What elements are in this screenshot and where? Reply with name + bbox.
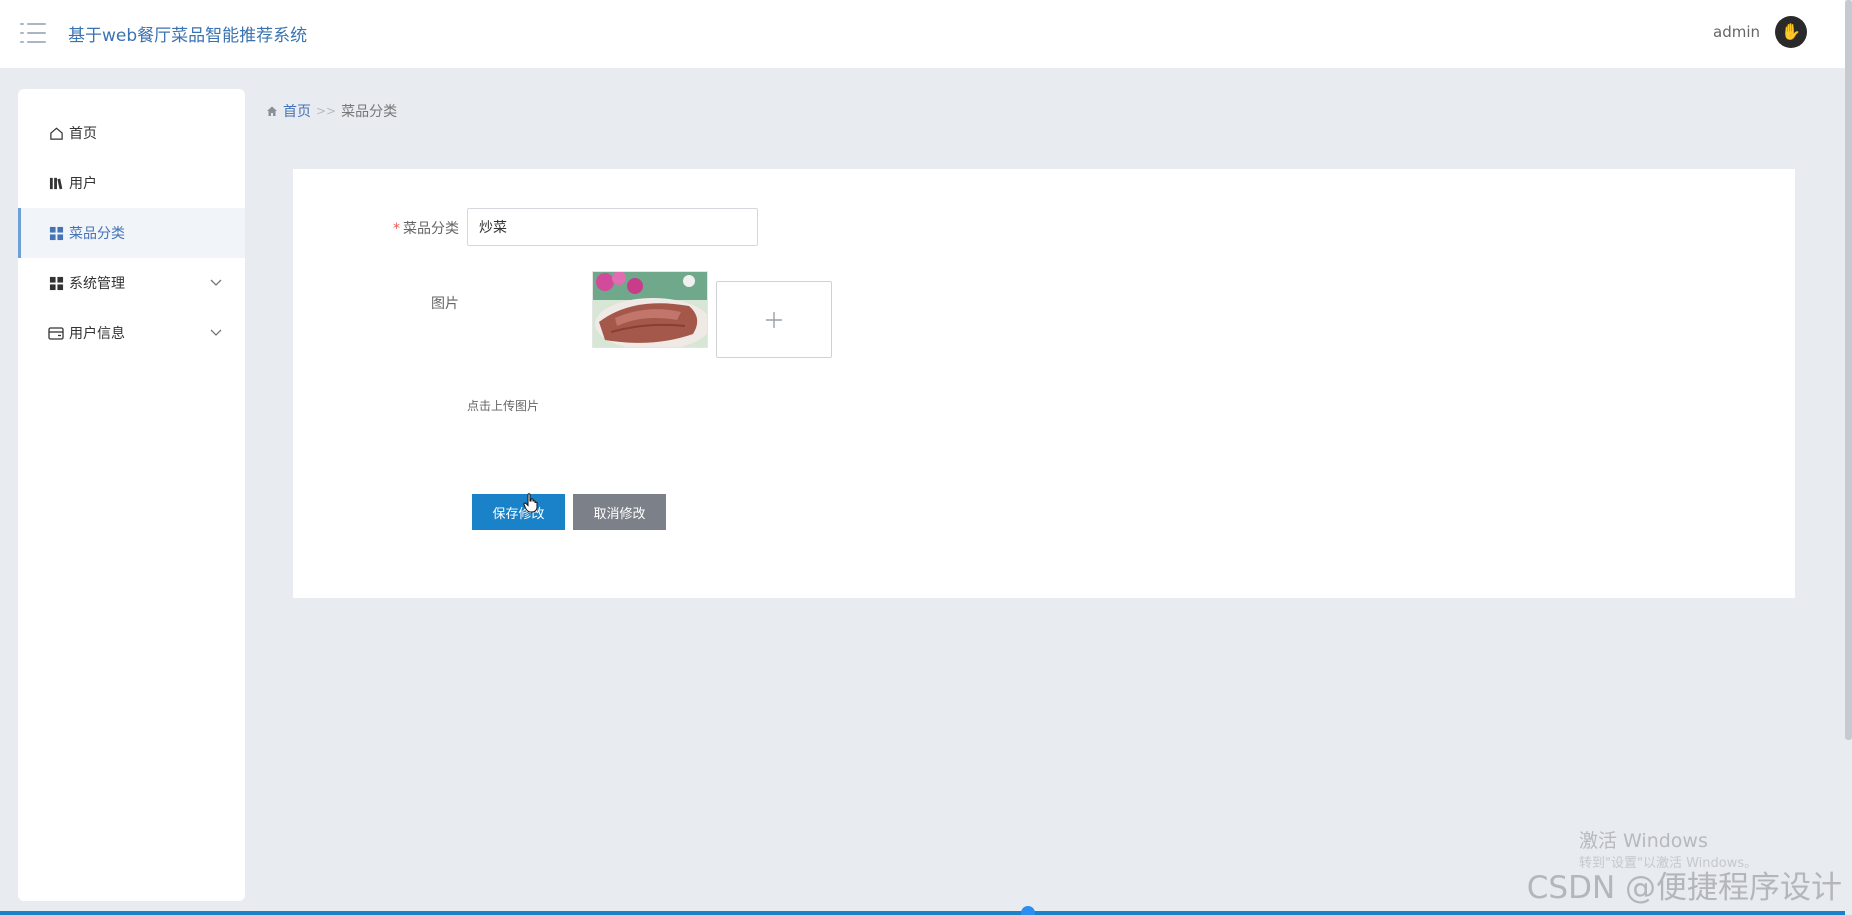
users-icon <box>48 175 64 191</box>
sidebar-item-dish-category[interactable]: 菜品分类 <box>18 208 245 258</box>
sidebar: 首页 用户 菜品分类 系统管理 用户信息 <box>18 89 245 901</box>
avatar[interactable]: ✋ <box>1775 16 1807 48</box>
bottom-bar-handle[interactable] <box>1021 906 1035 915</box>
plus-icon <box>766 311 782 328</box>
category-label-text: 菜品分类 <box>403 221 459 237</box>
bottom-progress-bar <box>0 911 1845 915</box>
grid-icon <box>48 225 64 241</box>
image-field-label: 图片 <box>431 296 459 312</box>
home-icon <box>267 106 277 116</box>
card-icon <box>48 325 64 341</box>
breadcrumb-separator: >> <box>316 104 337 118</box>
breadcrumb-current: 菜品分类 <box>341 104 398 120</box>
home-icon <box>48 125 64 141</box>
chevron-down-icon[interactable] <box>209 325 223 339</box>
sidebar-item-label: 用户 <box>69 176 97 192</box>
top-header: 基于web餐厅菜品智能推荐系统 admin ✋ <box>0 0 1845 68</box>
page-scrollbar[interactable] <box>1845 0 1852 740</box>
sidebar-item-user-info[interactable]: 用户信息 <box>18 308 245 358</box>
sidebar-item-users[interactable]: 用户 <box>18 158 245 208</box>
breadcrumb: 首页 >> 菜品分类 <box>266 101 397 121</box>
sidebar-item-label: 首页 <box>69 126 97 142</box>
sidebar-item-label: 系统管理 <box>69 276 125 292</box>
image-upload-button[interactable] <box>716 281 832 358</box>
sidebar-item-label: 用户信息 <box>69 326 125 342</box>
grid-icon <box>48 275 64 291</box>
hand-cursor-icon <box>523 493 538 513</box>
required-marker: * <box>393 221 400 237</box>
chevron-down-icon[interactable] <box>209 275 223 289</box>
sidebar-item-label: 菜品分类 <box>69 226 125 242</box>
breadcrumb-home-link[interactable]: 首页 <box>283 101 311 121</box>
cancel-button[interactable]: 取消修改 <box>573 494 666 530</box>
menu-toggle-icon[interactable] <box>20 22 46 44</box>
category-field-label: * 菜品分类 <box>393 218 459 238</box>
sidebar-item-home[interactable]: 首页 <box>18 108 245 158</box>
category-input[interactable] <box>467 208 758 246</box>
user-name[interactable]: admin <box>1713 23 1760 41</box>
windows-activation-title: 激活 Windows <box>1579 830 1708 852</box>
sidebar-item-system-management[interactable]: 系统管理 <box>18 258 245 308</box>
upload-hint: 点击上传图片 <box>467 399 540 413</box>
dish-image-thumbnail[interactable] <box>592 271 708 348</box>
save-button[interactable]: 保存修改 <box>472 494 565 530</box>
app-title: 基于web餐厅菜品智能推荐系统 <box>68 26 308 46</box>
csdn-watermark: CSDN @便捷程序设计 <box>1526 870 1842 906</box>
edit-form-card: *菜品分类 图片 点击上传图片 保存修改 取消修改 <box>293 169 1795 598</box>
